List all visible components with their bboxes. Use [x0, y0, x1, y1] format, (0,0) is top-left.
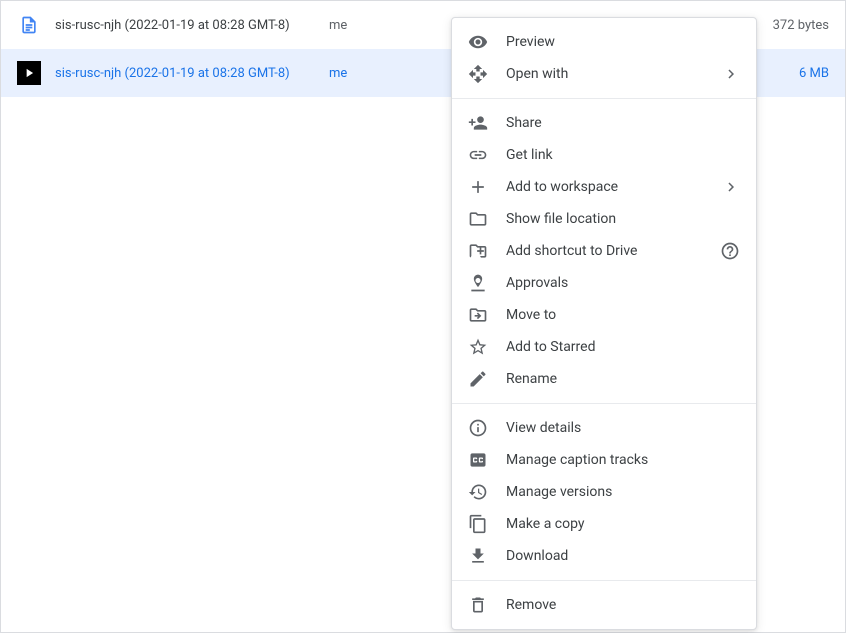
- menu-label: Make a copy: [506, 516, 740, 532]
- menu-download[interactable]: Download: [452, 540, 756, 572]
- menu-label: Approvals: [506, 275, 740, 291]
- eye-icon: [468, 32, 488, 52]
- link-icon: [468, 145, 488, 165]
- menu-view-details[interactable]: View details: [452, 412, 756, 444]
- approval-icon: [468, 273, 488, 293]
- history-icon: [468, 482, 488, 502]
- menu-get-link[interactable]: Get link: [452, 139, 756, 171]
- chevron-right-icon: [722, 65, 740, 83]
- file-name: sis-rusc-njh (2022-01-19 at 08:28 GMT-8): [55, 18, 329, 33]
- menu-manage-versions[interactable]: Manage versions: [452, 476, 756, 508]
- menu-share[interactable]: Share: [452, 107, 756, 139]
- divider: [452, 98, 756, 99]
- menu-label: Get link: [506, 147, 740, 163]
- download-icon: [468, 546, 488, 566]
- menu-label: Rename: [506, 371, 740, 387]
- menu-show-location[interactable]: Show file location: [452, 203, 756, 235]
- help-icon[interactable]: [720, 241, 740, 261]
- menu-label: View details: [506, 420, 740, 436]
- menu-move-to[interactable]: Move to: [452, 299, 756, 331]
- menu-rename[interactable]: Rename: [452, 363, 756, 395]
- info-icon: [468, 418, 488, 438]
- plus-icon: [468, 177, 488, 197]
- docs-icon: [17, 13, 41, 37]
- menu-add-starred[interactable]: Add to Starred: [452, 331, 756, 363]
- trash-icon: [468, 595, 488, 615]
- drive-shortcut-icon: [468, 241, 488, 261]
- context-menu: Preview Open with Share Get link Add to …: [451, 17, 757, 630]
- menu-label: Add shortcut to Drive: [506, 243, 720, 259]
- chevron-right-icon: [722, 178, 740, 196]
- menu-label: Open with: [506, 66, 722, 82]
- divider: [452, 580, 756, 581]
- menu-approvals[interactable]: Approvals: [452, 267, 756, 299]
- open-with-icon: [468, 64, 488, 84]
- menu-add-shortcut[interactable]: Add shortcut to Drive: [452, 235, 756, 267]
- menu-remove[interactable]: Remove: [452, 589, 756, 621]
- divider: [452, 403, 756, 404]
- person-add-icon: [468, 113, 488, 133]
- file-name: sis-rusc-njh (2022-01-19 at 08:28 GMT-8): [55, 66, 329, 81]
- menu-label: Add to workspace: [506, 179, 722, 195]
- menu-label: Move to: [506, 307, 740, 323]
- menu-make-copy[interactable]: Make a copy: [452, 508, 756, 540]
- menu-label: Add to Starred: [506, 339, 740, 355]
- move-icon: [468, 305, 488, 325]
- menu-open-with[interactable]: Open with: [452, 58, 756, 90]
- file-owner: me: [329, 66, 409, 81]
- menu-preview[interactable]: Preview: [452, 26, 756, 58]
- menu-label: Show file location: [506, 211, 740, 227]
- menu-label: Remove: [506, 597, 740, 613]
- menu-add-workspace[interactable]: Add to workspace: [452, 171, 756, 203]
- copy-icon: [468, 514, 488, 534]
- star-icon: [468, 337, 488, 357]
- file-owner: me: [329, 18, 409, 33]
- menu-label: Preview: [506, 34, 740, 50]
- menu-manage-captions[interactable]: Manage caption tracks: [452, 444, 756, 476]
- menu-label: Share: [506, 115, 740, 131]
- edit-icon: [468, 369, 488, 389]
- menu-label: Manage versions: [506, 484, 740, 500]
- menu-label: Download: [506, 548, 740, 564]
- cc-icon: [468, 450, 488, 470]
- menu-label: Manage caption tracks: [506, 452, 740, 468]
- video-icon: [17, 61, 41, 85]
- folder-icon: [468, 209, 488, 229]
